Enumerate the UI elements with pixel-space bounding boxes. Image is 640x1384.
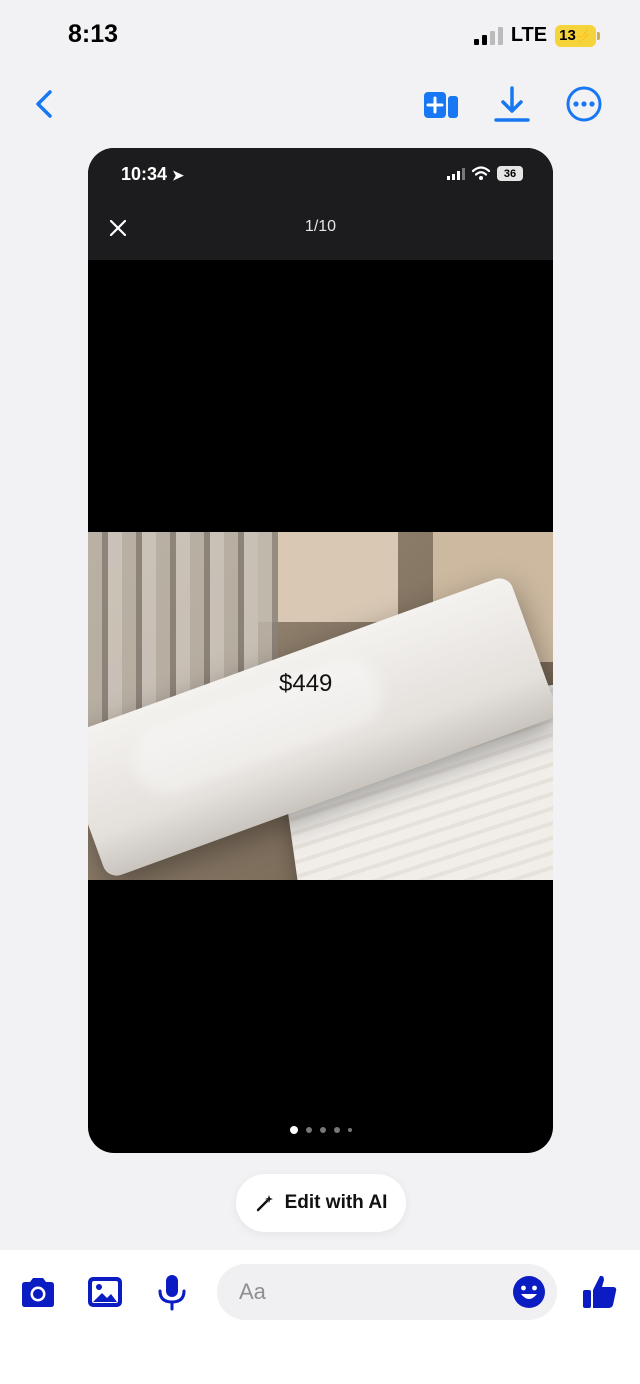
inner-signal-icon [447,167,465,180]
add-to-album-icon [424,92,458,118]
status-time: 8:13 [68,20,119,48]
more-icon [566,86,602,122]
camera-icon [22,1278,54,1307]
location-arrow-icon: ➤ [172,167,184,183]
page-dot [319,1127,326,1133]
page-dot [289,1126,298,1134]
page-dot [347,1128,352,1132]
microphone-icon [158,1275,186,1311]
camera-button[interactable] [18,1272,58,1312]
inner-status-time: 10:34 ➤ [121,164,184,185]
inner-battery-icon: 36 [497,166,523,181]
page-dot [333,1127,340,1133]
download-icon [494,86,530,122]
microphone-button[interactable] [152,1272,192,1312]
page-indicator [88,1126,553,1134]
signal-icon [473,26,503,45]
wifi-icon [471,166,491,180]
edit-with-ai-label: Edit with AI [284,1192,388,1213]
gallery-button[interactable] [85,1272,125,1312]
charging-bolt-icon: ⚡ [575,27,592,43]
gallery-icon [88,1277,122,1307]
top-nav [0,80,640,128]
message-input-wrapper [217,1264,557,1320]
shared-image[interactable]: 10:34 ➤ 36 1/10 $449 [88,148,553,1153]
price-overlay: $449 [279,670,333,697]
like-icon [583,1275,617,1308]
add-to-album-button[interactable] [422,84,462,124]
status-indicators: LTE 13 ⚡ [473,24,600,47]
edit-with-ai-button[interactable]: Edit with AI [236,1174,406,1232]
status-bar: 8:13 LTE 13 ⚡ [0,0,640,72]
inner-header: 10:34 ➤ 36 1/10 [88,148,553,260]
mattress-photo: $449 [88,532,553,880]
more-options-button[interactable] [564,84,604,124]
network-type: LTE [510,24,548,46]
inner-battery-level: 36 [503,167,517,180]
emoji-icon[interactable] [511,1274,547,1310]
back-button[interactable] [28,84,64,124]
message-input[interactable] [217,1264,477,1320]
battery-icon: 13 ⚡ [555,24,600,47]
page-dot [305,1127,312,1133]
inner-time-text: 10:34 [121,164,168,184]
like-button[interactable] [580,1272,620,1312]
back-icon [36,90,52,118]
battery-level: 13 [559,27,576,44]
message-composer [0,1250,640,1384]
inner-status-indicators: 36 [447,166,523,181]
sparkle-pen-icon [256,1195,273,1212]
image-counter: 1/10 [304,218,337,235]
download-button[interactable] [492,84,532,124]
